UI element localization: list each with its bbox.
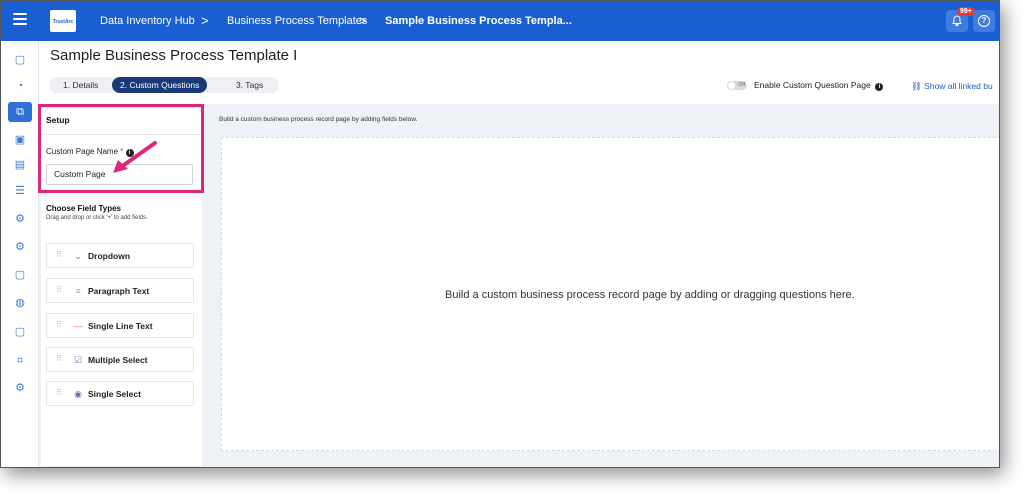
info-icon[interactable]: i [875,83,884,91]
drag-handle-icon[interactable]: ⠿ [56,250,62,259]
radio-icon: ◉ [74,389,82,399]
drag-handle-icon[interactable]: ⠿ [56,388,62,397]
file-check-icon[interactable]: ▢ [8,265,32,285]
list-icon[interactable]: ☰ [8,181,32,201]
field-type-label: Dropdown [88,251,131,261]
enable-custom-question-label: Enable Custom Question Page i [754,80,884,91]
breadcrumb-business-process-templates[interactable]: Business Process Templates [227,15,367,27]
chevron-down-icon: ⌄ [74,251,82,261]
breadcrumb-data-inventory-hub[interactable]: Data Inventory Hub [100,15,195,27]
field-type-single-line-text[interactable]: ⠿ — Single Line Text [46,313,194,338]
bell-icon [952,15,962,27]
globe-icon[interactable]: ◍ [8,293,32,313]
drag-handle-icon[interactable]: ⠿ [56,354,62,363]
field-type-single-select[interactable]: ⠿ ◉ Single Select [46,381,194,406]
app-window: TrustArc Data Inventory Hub > Business P… [0,0,1000,468]
field-type-dropdown[interactable]: ⠿ ⌄ Dropdown [46,243,194,268]
field-type-multiple-select[interactable]: ⠿ ☑ Multiple Select [46,347,194,372]
drag-handle-icon[interactable]: ⠿ [56,320,62,329]
breadcrumb-separator: > [201,13,209,28]
field-type-label: Paragraph Text [88,286,150,296]
drop-zone-message: Build a custom business process record p… [445,289,855,301]
choose-field-types-heading: Choose Field Types [46,204,121,213]
workflow-icon[interactable]: ⌗ [8,351,32,371]
app-logo[interactable]: TrustArc [50,10,76,32]
tab-custom-questions[interactable]: 2. Custom Questions [112,77,208,93]
field-type-paragraph-text[interactable]: ⠿ ≡ Paragraph Text [46,278,194,303]
field-type-label: Single Line Text [88,321,153,331]
help-icon: ? [978,15,990,27]
breadcrumb-current: Sample Business Process Templa... [385,15,572,27]
breadcrumb-separator: > [359,13,367,28]
field-type-label: Single Select [88,389,141,399]
globe-settings-icon[interactable]: ⚙ [8,209,32,229]
canvas-hint: Build a custom business process record p… [219,116,418,123]
choose-field-types-hint: Drag and drop or click '+' to add fields… [46,215,148,221]
tab-details[interactable]: 1. Details [63,77,98,93]
id-card-icon[interactable]: ▤ [8,155,32,175]
paragraph-icon: ≡ [75,286,81,296]
field-type-label: Multiple Select [88,355,148,365]
menu-icon[interactable] [13,13,27,25]
clipboard-icon[interactable]: ▣ [8,130,32,150]
page-title: Sample Business Process Template I [50,47,298,64]
show-linked-link[interactable]: ⛓ Show all linked bu [911,81,993,92]
checkbox-icon: ☑ [73,355,83,365]
tab-tags[interactable]: 3. Tags [236,77,263,93]
bell-outline-icon[interactable]: ◔ [8,76,32,96]
single-line-icon: — [73,321,83,331]
help-button[interactable]: ? [973,10,995,32]
settings-icon[interactable]: ⚙ [8,378,32,398]
toggle-label-text: Enable Custom Question Page [754,80,871,90]
top-bar: TrustArc Data Inventory Hub > Business P… [1,1,999,41]
left-nav-rail: ▢ ◔ ⧉ ▣ ▤ ☰ ⚙ ⚙ ▢ ◍ ▢ ⌗ ⚙ [1,41,39,467]
drag-handle-icon[interactable]: ⠿ [56,285,62,294]
file-icon[interactable]: ▢ [8,322,32,342]
link-icon: ⛓ [911,81,922,91]
hierarchy-icon[interactable]: ⧉ [8,102,32,122]
step-tabs: 1. Details 2. Custom Questions 3. Tags [49,77,279,93]
document-icon[interactable]: ▢ [8,50,32,70]
gear-globe-icon[interactable]: ⚙ [8,237,32,257]
annotation-arrow-icon [113,141,157,173]
show-linked-text: Show all linked bu [924,81,993,91]
enable-custom-question-toggle[interactable]: Off [727,81,747,90]
